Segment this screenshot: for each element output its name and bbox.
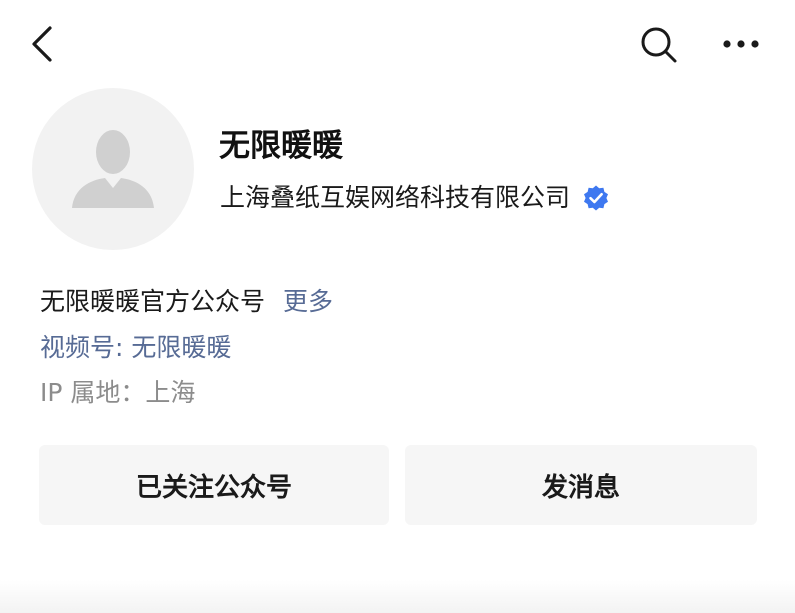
followed-account-button[interactable]: 已关注公众号 bbox=[39, 445, 389, 525]
ip-location: IP 属地：上海 bbox=[40, 378, 196, 407]
account-intro: 无限暖暖官方公众号 bbox=[40, 287, 266, 316]
intro-row: 无限暖暖官方公众号 更多 bbox=[40, 284, 333, 320]
company-name: 上海叠纸互娱网络科技有限公司 bbox=[220, 183, 571, 212]
company-row[interactable]: 上海叠纸互娱网络科技有限公司 bbox=[220, 180, 610, 216]
ellipsis-icon bbox=[723, 40, 759, 48]
more-options-button[interactable] bbox=[716, 24, 766, 64]
chevron-left-icon bbox=[32, 26, 52, 62]
search-button[interactable] bbox=[636, 22, 682, 68]
back-button[interactable] bbox=[22, 20, 66, 68]
more-link[interactable]: 更多 bbox=[283, 287, 333, 316]
send-message-button[interactable]: 发消息 bbox=[405, 445, 757, 525]
search-icon bbox=[641, 27, 677, 63]
official-account-profile-page: 无限暖暖 上海叠纸互娱网络科技有限公司 无限暖暖官方公众号 更多 视频号: 无限暖… bbox=[0, 0, 795, 613]
avatar[interactable] bbox=[32, 88, 194, 250]
account-name: 无限暖暖 bbox=[219, 128, 343, 164]
bottom-divider bbox=[0, 580, 795, 613]
channels-link[interactable]: 视频号: 无限暖暖 bbox=[40, 330, 231, 366]
default-avatar-icon bbox=[72, 130, 154, 208]
verified-badge-icon bbox=[582, 184, 610, 212]
